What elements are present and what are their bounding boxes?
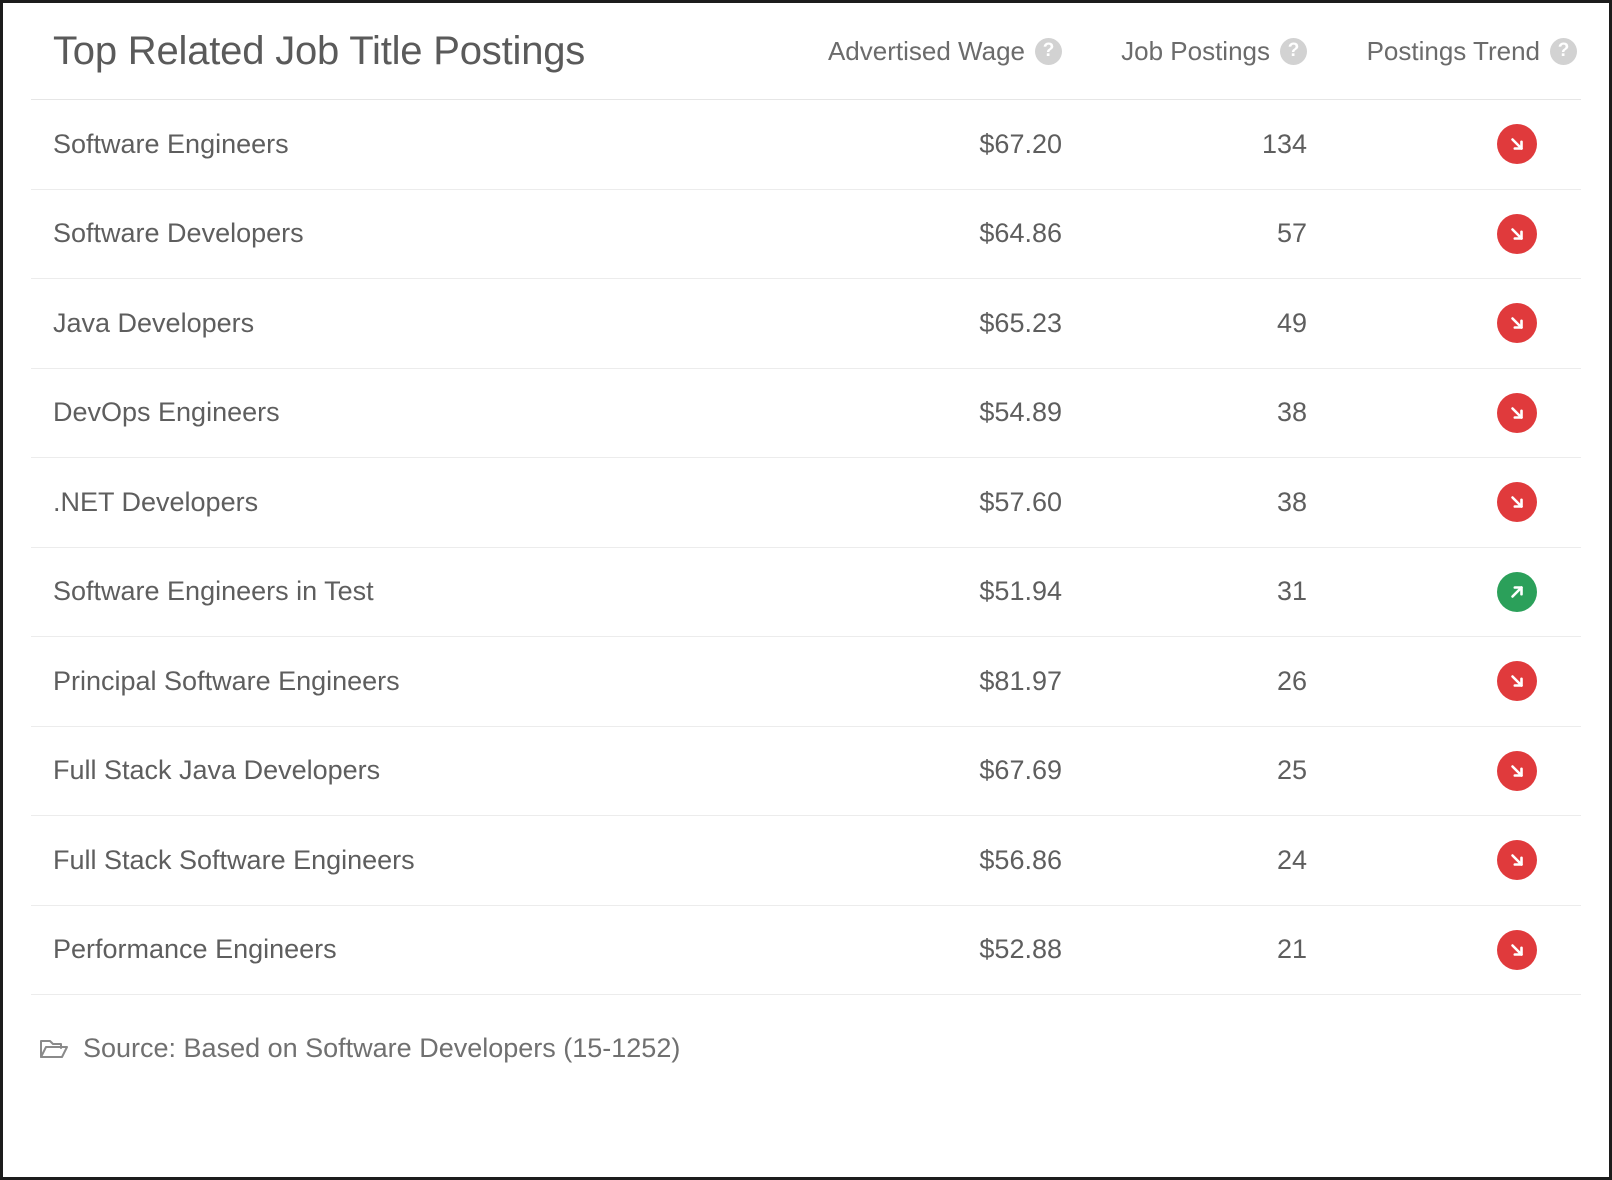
- trend-up-icon: [1497, 571, 1537, 612]
- help-icon-postings-trend-glyph: ?: [1557, 39, 1570, 61]
- cell-advertised-wage: $54.89: [979, 397, 1062, 428]
- table-row[interactable]: Principal Software Engineers $81.97 26: [31, 637, 1581, 727]
- table-header: Top Related Job Title Postings Advertise…: [31, 3, 1581, 100]
- table-row[interactable]: Java Developers $65.23 49: [31, 279, 1581, 369]
- cell-job-title: DevOps Engineers: [53, 397, 280, 428]
- cell-advertised-wage: $64.86: [979, 218, 1062, 249]
- cell-job-title: Software Developers: [53, 218, 304, 249]
- column-header-postings-trend: Postings Trend ?: [1307, 36, 1577, 67]
- cell-job-title: .NET Developers: [53, 486, 259, 517]
- cell-advertised-wage: $56.86: [979, 844, 1062, 875]
- cell-job-postings: 21: [1276, 934, 1307, 965]
- table-row[interactable]: Full Stack Software Engineers $56.86 24: [31, 816, 1581, 906]
- cell-postings-trend: [1307, 392, 1577, 433]
- trend-down-icon: [1497, 840, 1537, 881]
- trend-down-icon: [1497, 750, 1537, 791]
- table-row[interactable]: DevOps Engineers $54.89 38: [31, 369, 1581, 458]
- cell-job-title: Software Engineers in Test: [53, 576, 374, 607]
- cell-advertised-wage: $67.69: [979, 755, 1062, 786]
- cell-job-postings: 25: [1276, 755, 1307, 786]
- table-row[interactable]: Software Engineers $67.20 134: [31, 100, 1581, 190]
- column-header-job-postings: Job Postings ?: [1062, 36, 1307, 67]
- help-icon-advertised-wage[interactable]: ?: [1035, 37, 1062, 65]
- source-footer: Source: Based on Software Developers (15…: [31, 995, 1581, 1064]
- page-title: Top Related Job Title Postings: [53, 28, 586, 73]
- cell-advertised-wage: $67.20: [979, 128, 1062, 159]
- column-header-advertised-wage-label: Advertised Wage: [827, 35, 1025, 66]
- cell-postings-trend: [1307, 213, 1577, 254]
- cell-postings-trend: [1307, 840, 1577, 881]
- cell-job-postings: 26: [1276, 665, 1307, 696]
- cell-job-title: Performance Engineers: [53, 934, 337, 965]
- cell-postings-trend: [1307, 303, 1577, 344]
- trend-down-icon: [1497, 303, 1537, 344]
- cell-postings-trend: [1307, 571, 1577, 612]
- cell-postings-trend: [1307, 750, 1577, 791]
- cell-advertised-wage: $81.97: [979, 665, 1062, 696]
- column-header-advertised-wage: Advertised Wage ?: [772, 36, 1062, 67]
- cell-job-title: Principal Software Engineers: [53, 665, 400, 696]
- help-icon-job-postings-glyph: ?: [1287, 39, 1300, 61]
- cell-job-postings: 57: [1276, 218, 1307, 249]
- source-footer-text: Source: Based on Software Developers (15…: [83, 1033, 681, 1063]
- cell-job-postings: 31: [1276, 576, 1307, 607]
- table-row[interactable]: Performance Engineers $52.88 21: [31, 906, 1581, 995]
- trend-down-icon: [1497, 213, 1537, 254]
- cell-postings-trend: [1307, 482, 1577, 523]
- cell-advertised-wage: $65.23: [979, 307, 1062, 338]
- cell-job-postings: 38: [1276, 397, 1307, 428]
- cell-job-postings: 134: [1261, 128, 1307, 159]
- top-related-job-title-postings-card: Top Related Job Title Postings Advertise…: [3, 3, 1609, 1177]
- cell-advertised-wage: $52.88: [979, 934, 1062, 965]
- help-icon-advertised-wage-glyph: ?: [1042, 39, 1055, 61]
- table-row[interactable]: .NET Developers $57.60 38: [31, 458, 1581, 548]
- job-title-rows: Software Engineers $67.20 134 Software Deve…: [31, 100, 1581, 995]
- column-header-postings-trend-label: Postings Trend: [1366, 35, 1540, 66]
- trend-down-icon: [1497, 482, 1537, 523]
- cell-postings-trend: [1307, 929, 1577, 970]
- cell-job-postings: 24: [1276, 844, 1307, 875]
- cell-job-postings: 38: [1276, 486, 1307, 517]
- cell-job-title: Full Stack Software Engineers: [53, 844, 415, 875]
- folder-icon: [39, 1036, 69, 1062]
- cell-postings-trend: [1307, 124, 1577, 165]
- cell-job-title: Software Engineers: [53, 128, 289, 159]
- cell-job-postings: 49: [1276, 307, 1307, 338]
- cell-advertised-wage: $51.94: [979, 576, 1062, 607]
- cell-advertised-wage: $57.60: [979, 486, 1062, 517]
- cell-postings-trend: [1307, 661, 1577, 702]
- help-icon-postings-trend[interactable]: ?: [1550, 37, 1577, 65]
- trend-down-icon: [1497, 929, 1537, 970]
- trend-down-icon: [1497, 392, 1537, 433]
- cell-job-title: Java Developers: [53, 307, 255, 338]
- help-icon-job-postings[interactable]: ?: [1280, 37, 1307, 65]
- trend-down-icon: [1497, 661, 1537, 702]
- table-row[interactable]: Software Developers $64.86 57: [31, 190, 1581, 279]
- screenshot-root: Top Related Job Title Postings Advertise…: [0, 0, 1612, 1180]
- column-header-job-postings-label: Job Postings: [1121, 35, 1270, 66]
- table-row[interactable]: Software Engineers in Test $51.94 31: [31, 548, 1581, 637]
- trend-down-icon: [1497, 124, 1537, 165]
- cell-job-title: Full Stack Java Developers: [53, 755, 381, 786]
- table-row[interactable]: Full Stack Java Developers $67.69 25: [31, 727, 1581, 816]
